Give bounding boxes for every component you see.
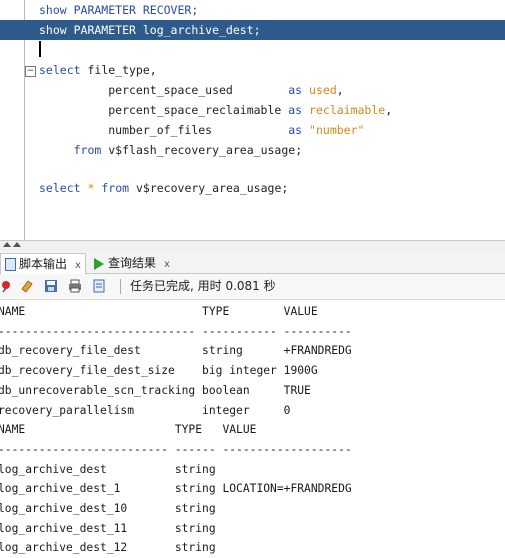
output-line: recovery_parallelism integer 0 (0, 403, 291, 417)
close-tab-icon[interactable]: x (164, 259, 170, 270)
eraser-icon[interactable] (20, 279, 34, 293)
code-text: percent_space_used as used, (39, 80, 344, 100)
editor-line: percent_space_reclaimable as reclaimable… (0, 100, 505, 120)
save-icon[interactable] (44, 279, 58, 293)
keyword-token: from (73, 143, 102, 157)
code-text: percent_space_reclaimable as reclaimable… (39, 100, 392, 120)
code-text: from v$flash_recovery_area_usage; (39, 140, 303, 160)
code-token: percent_space_reclaimable (39, 103, 289, 117)
print-icon[interactable] (68, 279, 82, 293)
output-line: log_archive_dest_11 string (0, 521, 216, 535)
output-tabs: 脚本输出 x 查询结果 x (0, 251, 505, 274)
output-toolbar: 任务已完成, 用时 0.081 秒 (0, 274, 505, 300)
code-token: , (336, 83, 344, 97)
output-line: NAME TYPE VALUE (0, 305, 318, 318)
keyword-token: from (101, 181, 130, 195)
keyword-token: as (288, 83, 303, 97)
tab-query-result[interactable]: 查询结果 x (90, 253, 174, 273)
editor-line: select * from v$recovery_area_usage; (0, 178, 505, 198)
editor-line-selected: show PARAMETER log_archive_dest; (0, 20, 505, 40)
text-caret (39, 41, 41, 57)
editor-line: from v$flash_recovery_area_usage; (0, 140, 505, 160)
output-line: log_archive_dest string (0, 462, 216, 476)
code-text: select * from v$recovery_area_usage; (39, 178, 288, 198)
keyword-token: as (288, 103, 303, 117)
code-token: , (385, 103, 393, 117)
output-line: log_archive_dest_1 string LOCATION=+FRAN… (0, 482, 352, 496)
output-line: ------------------------- ------ -------… (0, 442, 352, 456)
code-text: select file_type, (39, 60, 157, 80)
code-text: show PARAMETER log_archive_dest; (39, 20, 261, 40)
keyword-token: select (39, 181, 81, 195)
output-line: db_recovery_file_dest_size big integer 1… (0, 364, 318, 378)
tab-query-result-label: 查询结果 (108, 256, 157, 270)
status-text: 任务已完成, 用时 0.081 秒 (130, 279, 276, 293)
tab-script-output[interactable]: 脚本输出 x (0, 253, 86, 274)
output-line: db_recovery_file_dest string +FRANDREDG (0, 344, 352, 358)
code-token: percent_space_used (39, 83, 289, 97)
editor-line: select file_type, (0, 60, 505, 80)
output-line: log_archive_dest_12 string (0, 541, 216, 555)
script-output-panel[interactable]: NAME TYPE VALUE -------------------------… (0, 300, 505, 554)
output-line: db_unrecoverable_scn_tracking boolean TR… (0, 383, 311, 397)
output-line: log_archive_dest_10 string (0, 502, 216, 515)
editor-line: percent_space_used as used, (0, 80, 505, 100)
keyword-token: show PARAMETER RECOVER; (39, 3, 199, 17)
keyword-token: select (39, 63, 81, 77)
toolbar-separator (120, 279, 121, 294)
close-tab-icon[interactable]: x (75, 260, 81, 271)
collapse-up-icon[interactable] (3, 242, 11, 247)
code-text: show PARAMETER RECOVER; (39, 0, 198, 20)
string-token: reclaimable (309, 103, 386, 117)
run-arrow-icon (94, 257, 104, 270)
code-token: v$recovery_area_usage; (129, 181, 289, 195)
script-output-icon (5, 258, 16, 271)
output-line: NAME TYPE VALUE (0, 423, 257, 437)
expand-icon[interactable] (13, 242, 21, 247)
code-token: file_type, (80, 63, 157, 77)
code-token: number_of_files (39, 123, 289, 137)
pin-icon[interactable] (0, 279, 14, 293)
string-token: "number" (309, 123, 365, 137)
code-text: number_of_files as "number" (39, 120, 364, 140)
editor-line: show PARAMETER RECOVER; (0, 0, 505, 20)
string-token: used (309, 83, 337, 97)
code-token: v$flash_recovery_area_usage; (101, 143, 303, 157)
output-line: ----------------------------- ----------… (0, 324, 352, 338)
tab-script-output-label: 脚本输出 (19, 257, 68, 271)
fold-toggle-icon[interactable]: − (25, 66, 36, 77)
editor-line: number_of_files as "number" (0, 120, 505, 140)
code-token: show PARAMETER log_archive_dest; (39, 23, 261, 37)
keyword-token: as (288, 123, 303, 137)
export-icon[interactable] (92, 279, 106, 293)
sql-editor[interactable]: show PARAMETER RECOVER; show PARAMETER lo… (0, 0, 505, 240)
